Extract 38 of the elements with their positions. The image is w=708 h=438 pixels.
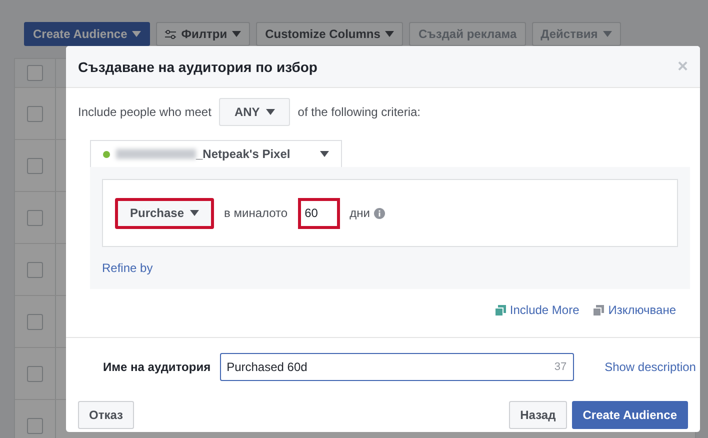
criteria-label: Include people who meet: [78, 105, 212, 119]
char-counter: 37: [554, 361, 567, 373]
checkbox[interactable]: [27, 262, 43, 278]
create-audience-button[interactable]: Create Audience: [572, 401, 688, 429]
checkbox[interactable]: [27, 366, 43, 382]
pixel-name: _Netpeak's Pixel: [196, 147, 290, 161]
criteria-label: of the following criteria:: [298, 105, 421, 119]
cancel-button[interactable]: Отказ: [78, 401, 134, 429]
sliders-icon: [165, 30, 176, 38]
name-field[interactable]: Purchased 60d 37: [220, 353, 574, 381]
checkbox[interactable]: [27, 106, 43, 122]
copy-icon: [593, 304, 604, 316]
match-dropdown[interactable]: ANY: [219, 98, 290, 126]
refine-link[interactable]: Refine by: [102, 261, 153, 275]
show-description-link[interactable]: Show description: [604, 360, 696, 374]
exclude-link[interactable]: Изключване: [593, 303, 676, 317]
checkbox[interactable]: [27, 65, 43, 81]
back-button[interactable]: Назад: [509, 401, 567, 429]
info-icon: [374, 208, 385, 218]
checkbox[interactable]: [27, 158, 43, 174]
past-label: в миналото: [224, 206, 288, 220]
checkbox[interactable]: [27, 210, 43, 226]
name-label: Име на аудитория: [103, 360, 211, 374]
create-audience-button[interactable]: Create Audience: [24, 22, 150, 46]
days-field[interactable]: 60: [298, 198, 340, 228]
caret-icon: [266, 109, 275, 115]
toolbar-button[interactable]: Филтри: [156, 22, 250, 46]
dialog-title: Създаване на аудитория по избор: [78, 58, 318, 74]
caret-icon: [320, 151, 329, 157]
days-label: дни: [350, 206, 370, 220]
copy-icon: [494, 304, 506, 316]
include-link[interactable]: Include More: [494, 303, 580, 317]
toolbar-button[interactable]: Customize Columns: [256, 22, 404, 46]
event-dropdown[interactable]: Purchase: [115, 198, 214, 228]
pixel-dropdown[interactable]: _Netpeak's Pixel: [90, 140, 342, 167]
caret-icon: [190, 210, 200, 216]
checkbox[interactable]: [27, 314, 43, 330]
checkbox[interactable]: [27, 418, 43, 434]
